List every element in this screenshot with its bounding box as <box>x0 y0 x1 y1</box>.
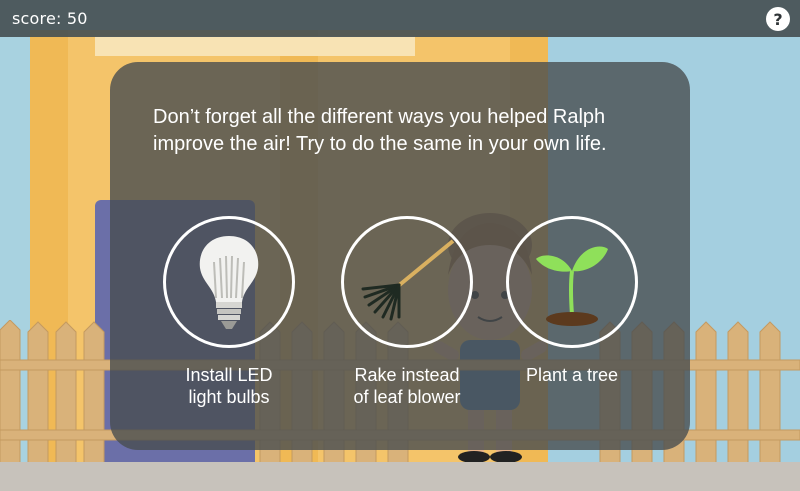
tip-label-line: Plant a tree <box>525 365 619 385</box>
tip-led-bulbs: Install LED light bulbs <box>154 216 304 408</box>
rake-icon <box>361 239 455 321</box>
tip-label-line: of leaf blower <box>353 387 461 407</box>
tip-plant-tree: Plant a tree <box>497 216 647 386</box>
question-mark-icon: ? <box>773 9 783 29</box>
led-bulb-icon <box>199 236 259 329</box>
tip-label: Rake instead of leaf blower <box>332 364 482 408</box>
score-display: score: 50 <box>12 9 88 28</box>
summary-panel: Don’t forget all the different ways you … <box>110 62 690 450</box>
help-button[interactable]: ? <box>766 7 790 31</box>
top-bar: score: 50 ? <box>0 0 800 37</box>
tip-rake: Rake instead of leaf blower <box>332 216 482 408</box>
tip-label-line: Install LED <box>185 365 273 385</box>
seedling-icon <box>536 246 608 326</box>
tip-label-line: Rake instead <box>354 365 460 385</box>
house-window <box>95 36 415 56</box>
panel-message-line: Don’t forget all the different ways you … <box>153 106 606 128</box>
tip-circle <box>341 216 473 348</box>
sidewalk <box>0 462 800 491</box>
tip-circle <box>163 216 295 348</box>
panel-message-line: improve the air! Try to do the same in y… <box>153 133 607 155</box>
tip-label-line: light bulbs <box>188 387 270 407</box>
panel-message: Don’t forget all the different ways you … <box>153 104 673 158</box>
tip-circle <box>506 216 638 348</box>
tip-label: Plant a tree <box>497 364 647 386</box>
tip-label: Install LED light bulbs <box>154 364 304 408</box>
